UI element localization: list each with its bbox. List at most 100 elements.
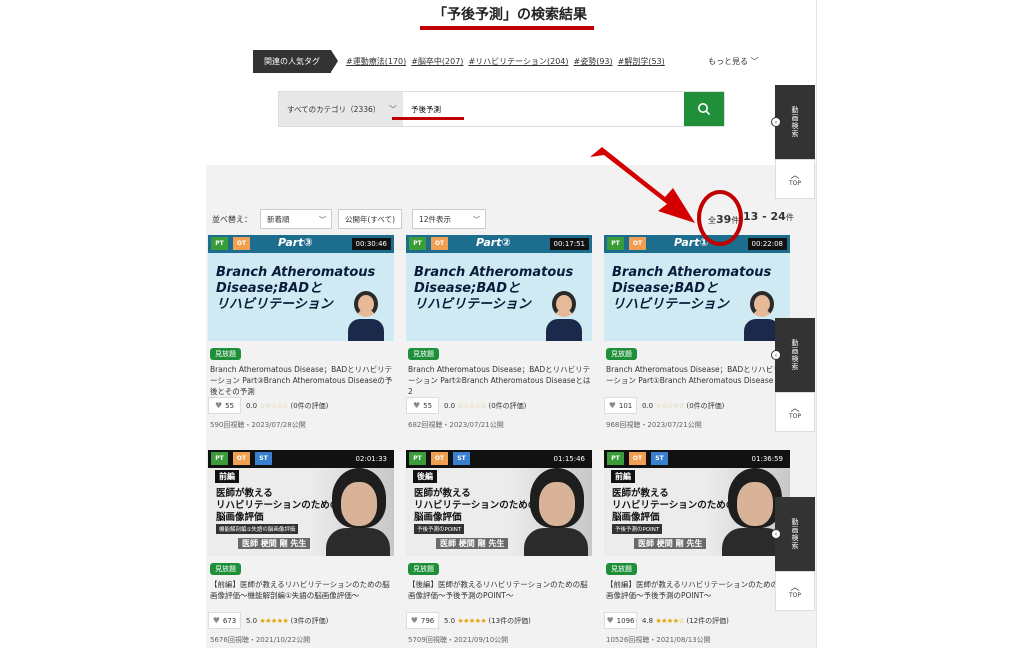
thumb-title: 医師が教える リハビリテーションのための 脳画像評価 <box>414 488 538 523</box>
per-page-select[interactable]: 12件表示 ﹀ <box>412 209 486 229</box>
chevron-up-icon: ︿ <box>790 582 800 593</box>
video-thumbnail[interactable]: PT OT Part② 00:17:51 Branch Atheromatous … <box>406 235 592 341</box>
video-card[interactable]: PT OT Part① 00:22:08 Branch Atheromatous … <box>604 235 792 445</box>
page-edge <box>816 0 817 648</box>
thumb-title: 医師が教える リハビリテーションのための 脳画像評価 <box>612 488 736 523</box>
like-count: 673 <box>222 616 237 625</box>
heart-icon: ♥ <box>412 401 421 410</box>
top-button[interactable]: ︿ TOP <box>775 392 815 432</box>
chevron-left-icon[interactable]: ‹ <box>771 117 781 127</box>
top-button[interactable]: ︿ TOP <box>775 571 815 611</box>
thumb-subtitle: 予後予測のPOINT <box>612 524 663 534</box>
like-button[interactable]: ♥ 55 <box>208 397 241 414</box>
lecturer-photo <box>524 468 588 556</box>
sort-select[interactable]: 新着順 ﹀ <box>260 209 332 229</box>
view-meta: 968回視聴・2023/07/21公開 <box>606 421 702 429</box>
tag-link[interactable]: #解剖学(53) <box>618 56 665 67</box>
tag-pill: OT <box>233 237 250 250</box>
video-title[interactable]: Branch Atheromatous Disease；BADとリハビリテーショ… <box>210 364 396 397</box>
view-meta: 5709回視聴・2021/09/10公開 <box>408 636 509 644</box>
like-button[interactable]: ♥ 101 <box>604 397 637 414</box>
video-title[interactable]: 【前編】医師が教えるリハビリテーションのための脳画像評価〜予後予測のPOINT〜 <box>606 579 792 601</box>
video-card[interactable]: PT OT ST 02:01:33 前編 医師が教える リハビリテーションのための … <box>208 450 396 648</box>
video-search-tab[interactable]: 動画検索 <box>775 318 815 392</box>
video-thumbnail[interactable]: PT OT ST 01:15:46 後編 医師が教える リハビリテーションのための … <box>406 450 592 556</box>
top-label: TOP <box>788 591 801 599</box>
video-card[interactable]: PT OT ST 01:15:46 後編 医師が教える リハビリテーションのための … <box>406 450 594 648</box>
video-card[interactable]: PT OT Part② 00:17:51 Branch Atheromatous … <box>406 235 594 445</box>
red-arrow-annotation <box>590 147 695 223</box>
search-icon <box>698 103 711 116</box>
page: 「予後予測」の検索結果 関連の人気タグ #運動療法(170) #脳卒中(207)… <box>0 0 1024 648</box>
heart-icon: ♥ <box>214 401 223 410</box>
rating-stars: ☆☆☆☆☆ <box>457 402 487 410</box>
category-select-value: すべてのカテゴリ（2336） <box>287 104 381 114</box>
tag-pill: PT <box>607 452 624 465</box>
search-button[interactable] <box>684 92 724 126</box>
chevron-left-icon[interactable]: ‹ <box>771 350 781 360</box>
chevron-left-icon[interactable]: ‹ <box>771 529 781 539</box>
like-button[interactable]: ♥ 673 <box>208 612 241 629</box>
category-select[interactable]: すべてのカテゴリ（2336） ﹀ <box>279 92 403 126</box>
video-card[interactable]: PT OT ST 01:36:59 前編 医師が教える リハビリテーションのための … <box>604 450 792 648</box>
lecturer-photo <box>348 291 384 341</box>
rating-score: 0.0 <box>444 402 456 410</box>
tag-pill: PT <box>211 237 228 250</box>
search-input[interactable] <box>403 92 685 126</box>
side-widget: 動画検索 ‹ ︿ TOP <box>771 85 815 199</box>
duration-badge: 02:01:33 <box>351 453 391 465</box>
like-button[interactable]: ♥ 796 <box>406 612 439 629</box>
tag-link[interactable]: #脳卒中(207) <box>411 56 463 67</box>
video-card[interactable]: PT OT Part③ 00:30:46 Branch Atheromatous … <box>208 235 396 445</box>
unlimited-badge: 見放題 <box>408 563 439 575</box>
episode-label: 前編 <box>611 470 635 483</box>
video-search-tab[interactable]: 動画検索 <box>775 85 815 159</box>
video-title[interactable]: Branch Atheromatous Disease；BADとリハビリテーショ… <box>606 364 792 386</box>
thumb-title: 医師が教える リハビリテーションのための 脳画像評価 <box>216 488 340 523</box>
tag-link[interactable]: #姿勢(93) <box>574 56 613 67</box>
rating-count: (13件の評価) <box>488 617 531 625</box>
tag-link[interactable]: #リハビリテーション(204) <box>468 56 568 67</box>
video-thumbnail[interactable]: PT OT Part③ 00:30:46 Branch Atheromatous … <box>208 235 394 341</box>
more-tags-link[interactable]: もっと見る ﹀ <box>708 56 759 67</box>
video-title[interactable]: Branch Atheromatous Disease；BADとリハビリテーショ… <box>408 364 594 397</box>
video-title[interactable]: 【前編】医師が教えるリハビリテーションのための脳画像評価〜機能解剖編①失語の脳画… <box>210 579 396 601</box>
sort-toolbar: 並べ替え： 新着順 ﹀ 公開年(すべて) 12件表示 ﹀ <box>212 209 486 229</box>
rating-score: 5.0 <box>444 617 456 625</box>
video-thumbnail[interactable]: PT OT ST 02:01:33 前編 医師が教える リハビリテーションのための … <box>208 450 394 556</box>
part-label: Part③ <box>278 236 313 249</box>
like-count: 1096 <box>616 616 635 625</box>
chevron-down-icon: ﹀ <box>319 216 326 224</box>
view-meta: 10526回視聴・2021/08/13公開 <box>606 636 711 644</box>
rating: 0.0 ☆☆☆☆☆ (0件の評価) <box>246 401 328 411</box>
tag-pill: OT <box>629 452 646 465</box>
rating: 0.0 ☆☆☆☆☆ (0件の評価) <box>444 401 526 411</box>
year-select[interactable]: 公開年(すべて) <box>338 209 402 229</box>
tag-pill: OT <box>629 237 646 250</box>
sort-value: 新着順 <box>267 214 290 224</box>
rating-score: 0.0 <box>642 402 654 410</box>
video-thumbnail[interactable]: PT OT ST 01:36:59 前編 医師が教える リハビリテーションのための … <box>604 450 790 556</box>
episode-label: 後編 <box>413 470 437 483</box>
thumb-subtitle: 機能解剖編①失語の脳画像評価 <box>216 524 299 534</box>
like-button[interactable]: ♥ 1096 <box>604 612 637 629</box>
popular-tags-bar: 関連の人気タグ #運動療法(170) #脳卒中(207) #リハビリテーション(… <box>253 50 763 74</box>
rating-count: (0件の評価) <box>290 402 329 410</box>
title-red-underline <box>420 26 594 30</box>
rating-count: (0件の評価) <box>686 402 725 410</box>
range-suffix: 件 <box>785 213 794 222</box>
like-button[interactable]: ♥ 55 <box>406 397 439 414</box>
video-title[interactable]: 【後編】医師が教えるリハビリテーションのための脳画像評価〜予後予測のPOINT〜 <box>408 579 594 601</box>
top-label: TOP <box>788 179 801 187</box>
top-button[interactable]: ︿ TOP <box>775 159 815 199</box>
tag-pill: PT <box>211 452 228 465</box>
unlimited-badge: 見放題 <box>210 563 241 575</box>
tag-pill: PT <box>409 452 426 465</box>
video-thumbnail[interactable]: PT OT Part① 00:22:08 Branch Atheromatous … <box>604 235 790 341</box>
video-search-tab[interactable]: 動画検索 <box>775 497 815 571</box>
tag-link[interactable]: #運動療法(170) <box>346 56 406 67</box>
chevron-up-icon: ︿ <box>790 403 800 414</box>
popular-tags-label: 関連の人気タグ <box>253 50 338 73</box>
rating-count: (0件の評価) <box>488 402 527 410</box>
unlimited-badge: 見放題 <box>606 348 637 360</box>
